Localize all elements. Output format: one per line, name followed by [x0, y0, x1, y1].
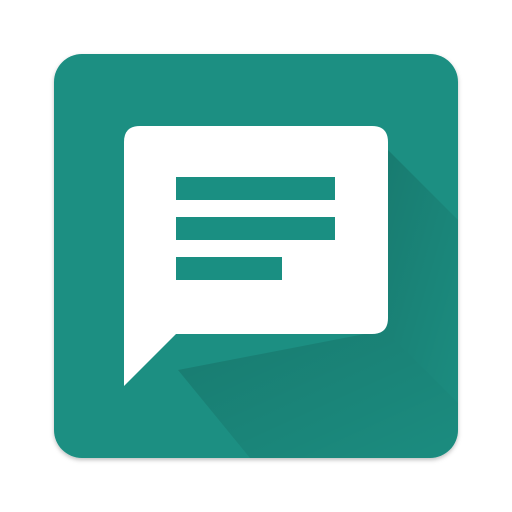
app-icon[interactable] — [0, 0, 512, 512]
text-line-3 — [176, 257, 282, 280]
text-line-2 — [176, 217, 335, 240]
chat-message-app-icon — [54, 54, 458, 458]
app-icon-canvas — [0, 0, 512, 512]
text-line-1 — [176, 177, 335, 200]
